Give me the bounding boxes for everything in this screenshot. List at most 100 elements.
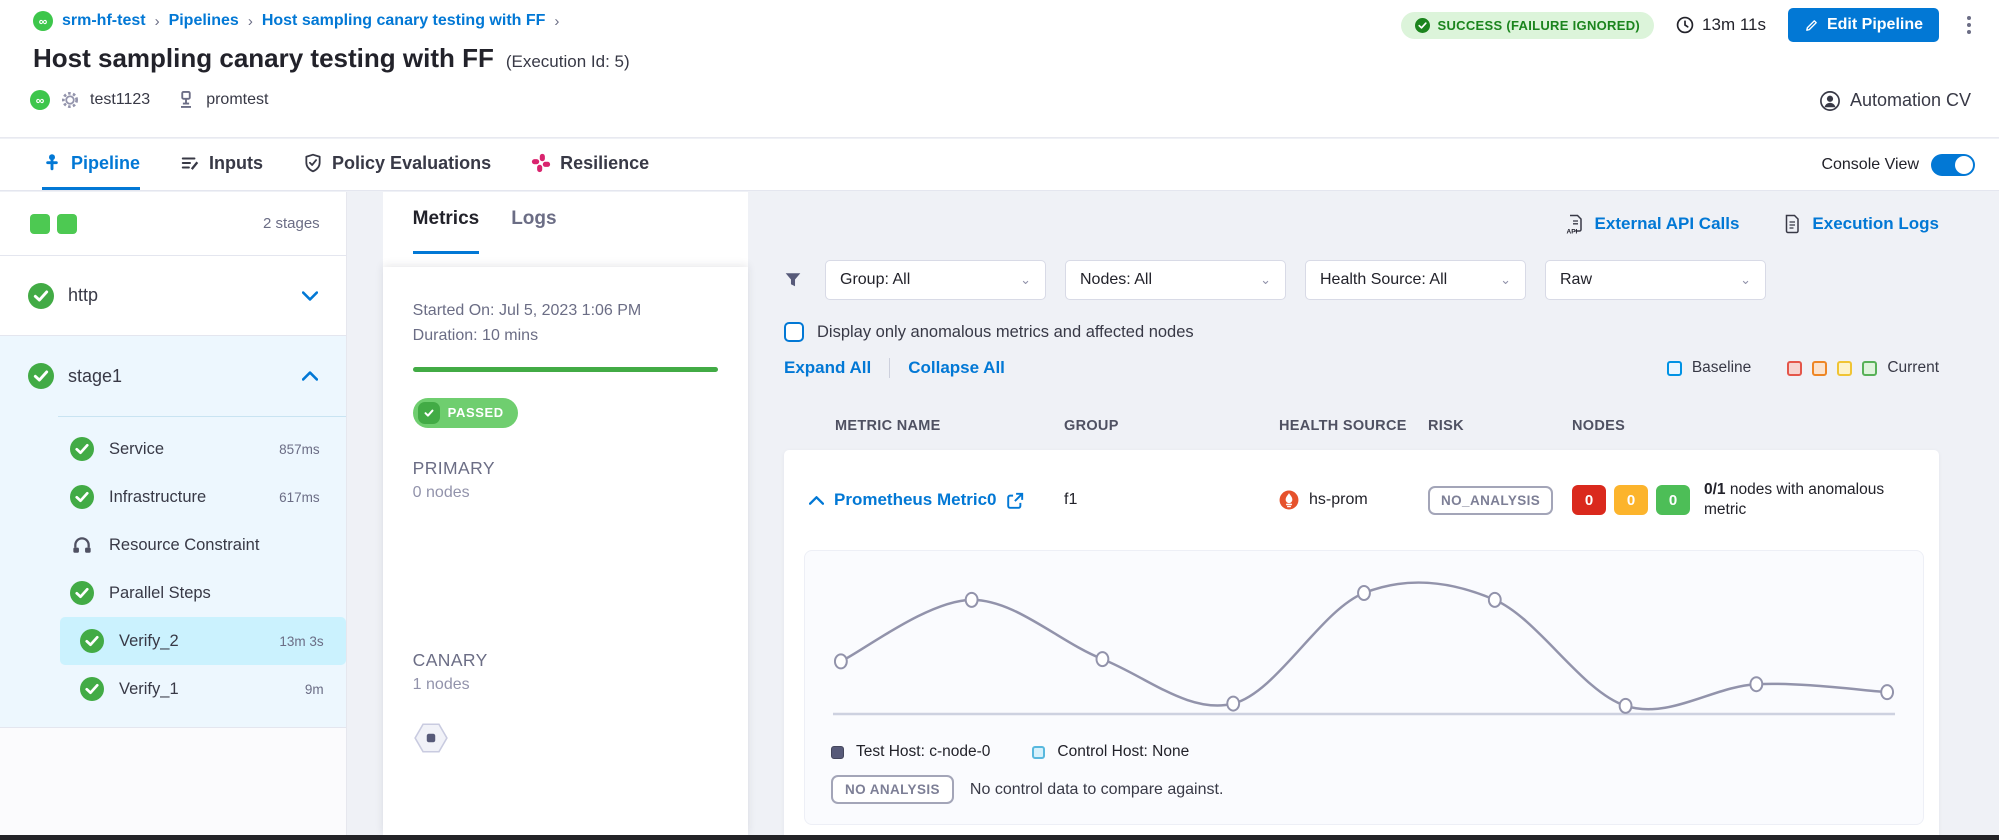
metric-name-link[interactable]: Prometheus Metric0	[834, 490, 997, 510]
environment-icon	[176, 90, 196, 110]
clock-icon	[1676, 16, 1694, 34]
nodes-filter-value: Nodes: All	[1080, 271, 1152, 289]
chevron-down-icon[interactable]	[302, 291, 318, 301]
collapse-metric-chevron-up-icon[interactable]	[809, 496, 824, 505]
col-group: GROUP	[1064, 418, 1279, 434]
sidebar-step-resource-constraint[interactable]: Resource Constraint	[0, 521, 346, 569]
nodes-filter-select[interactable]: Nodes: All ⌄	[1065, 260, 1286, 300]
sidebar-empty-area	[0, 728, 346, 835]
tab-resilience[interactable]: Resilience	[531, 139, 649, 190]
triggered-by: Automation CV	[1820, 90, 1971, 111]
nodes-summary-text: nodes with anomalous metric	[1704, 481, 1884, 518]
stage-stage1-label: stage1	[68, 366, 122, 387]
step-service-label: Service	[109, 440, 164, 459]
chevron-up-icon[interactable]	[302, 371, 318, 381]
verification-summary-panel: Metrics Logs Started On: Jul 5, 2023 1:0…	[383, 192, 748, 835]
check-circle-icon	[1415, 18, 1430, 33]
tab-pipeline[interactable]: Pipeline	[42, 139, 140, 190]
sidebar-stage-stage1[interactable]: stage1	[0, 336, 346, 416]
external-api-calls-label: External API Calls	[1595, 214, 1740, 234]
baseline-legend-label: Baseline	[1692, 359, 1751, 377]
test-host-swatch	[831, 746, 844, 759]
canary-node-count: 1 nodes	[413, 676, 718, 694]
sidebar-step-verify-2[interactable]: Verify_2 13m 3s	[60, 617, 346, 665]
sidebar-step-parallel-steps[interactable]: Parallel Steps	[0, 569, 346, 617]
nodes-summary-ratio: 0/1	[1704, 481, 1726, 498]
tab-logs[interactable]: Logs	[511, 208, 556, 254]
metric-card: Prometheus Metric0 f1 hs-prom NO_ANALYSI	[784, 450, 1939, 840]
host-legend: Test Host: c-node-0 Control Host: None	[831, 743, 1897, 761]
data-type-select[interactable]: Raw ⌄	[1545, 260, 1766, 300]
svg-text:∞: ∞	[36, 94, 45, 108]
metrics-table-header: METRIC NAME GROUP HEALTH SOURCE RISK NOD…	[784, 418, 1939, 434]
step-verify1-label: Verify_1	[119, 680, 179, 699]
stage-count-label: 2 stages	[263, 215, 320, 232]
stage1-section: stage1 Service 857ms	[0, 336, 346, 728]
chevron-down-icon: ⌄	[1260, 272, 1271, 288]
console-view-toggle[interactable]	[1931, 154, 1975, 176]
stage-status-square	[30, 214, 50, 234]
metric-chart-card: Test Host: c-node-0 Control Host: None N…	[804, 550, 1924, 825]
expand-all-link[interactable]: Expand All	[784, 358, 871, 378]
no-analysis-badge: NO ANALYSIS	[831, 775, 954, 804]
check-icon	[418, 402, 440, 424]
breadcrumb-separator: ›	[248, 13, 253, 30]
metric-group-value: f1	[1064, 491, 1279, 509]
execution-logs-link[interactable]: Execution Logs	[1783, 214, 1939, 234]
sidebar-stage-http[interactable]: http	[0, 256, 346, 336]
breadcrumb-pipeline-link[interactable]: Host sampling canary testing with FF	[262, 12, 546, 30]
control-host-label: Control Host: None	[1057, 743, 1189, 761]
divider	[889, 358, 890, 378]
stage-http-label: http	[68, 285, 98, 306]
tab-metrics[interactable]: Metrics	[413, 208, 480, 254]
execution-id-label: (Execution Id: 5)	[506, 52, 630, 72]
external-api-calls-link[interactable]: API External API Calls	[1566, 214, 1740, 234]
col-nodes: NODES	[1572, 418, 1625, 434]
tab-pipeline-label: Pipeline	[71, 153, 140, 174]
filter-funnel-icon	[784, 271, 802, 289]
sidebar-step-service[interactable]: Service 857ms	[0, 425, 346, 473]
step-infrastructure-label: Infrastructure	[109, 488, 206, 507]
tab-policy-evaluations[interactable]: Policy Evaluations	[303, 139, 491, 190]
step-verify2-label: Verify_2	[119, 632, 179, 651]
console-view-label: Console View	[1821, 156, 1919, 174]
chevron-down-icon: ⌄	[1500, 272, 1511, 288]
title-row: Host sampling canary testing with FF (Ex…	[33, 43, 630, 74]
step-verify2-duration: 13m 3s	[279, 634, 323, 649]
avatar	[1820, 91, 1840, 111]
execution-body: 2 stages http stage1	[0, 192, 1999, 835]
risk-badge: NO_ANALYSIS	[1428, 486, 1553, 515]
breadcrumb-pipelines-link[interactable]: Pipelines	[169, 12, 239, 30]
control-host-swatch	[1032, 746, 1045, 759]
health-source-filter-select[interactable]: Health Source: All ⌄	[1305, 260, 1526, 300]
collapse-all-link[interactable]: Collapse All	[908, 358, 1005, 378]
group-filter-select[interactable]: Group: All ⌄	[825, 260, 1046, 300]
breadcrumb-project-link[interactable]: srm-hf-test	[62, 12, 146, 30]
current-legend-label: Current	[1887, 359, 1939, 377]
stage-summary: 2 stages	[0, 192, 346, 256]
external-link-icon[interactable]	[1007, 492, 1024, 509]
anomalous-checkbox[interactable]	[784, 322, 804, 342]
page-header: ∞ srm-hf-test › Pipelines › Host samplin…	[0, 0, 1999, 138]
triggered-by-name: Automation CV	[1850, 90, 1971, 111]
green-node-count: 0	[1656, 485, 1690, 515]
verification-summary-card: Started On: Jul 5, 2023 1:06 PM Duration…	[383, 267, 748, 835]
sidebar-step-verify-1[interactable]: Verify_1 9m	[60, 665, 346, 713]
more-options-button[interactable]	[1961, 10, 1977, 40]
execution-tabbar: Pipeline Inputs Policy Evaluations Resil…	[0, 139, 1999, 191]
verify-step-tabs: Metrics Logs	[383, 192, 748, 254]
sidebar-step-infrastructure[interactable]: Infrastructure 617ms	[0, 473, 346, 521]
tab-inputs[interactable]: Inputs	[180, 139, 263, 190]
resource-constraint-icon	[70, 533, 94, 557]
stage-status-square	[57, 214, 77, 234]
chevron-down-icon: ⌄	[1740, 272, 1751, 288]
node-risk-counts: 0 0 0 0/1 nodes with anomalous metric	[1572, 480, 1919, 520]
gear-icon	[60, 90, 80, 110]
success-check-icon	[70, 437, 94, 461]
step-parallel-steps-label: Parallel Steps	[109, 584, 211, 603]
edit-pipeline-button[interactable]: Edit Pipeline	[1788, 8, 1939, 42]
divider	[58, 416, 346, 417]
col-metric-name: METRIC NAME	[835, 418, 1064, 434]
canary-node-hexagon[interactable]	[413, 720, 449, 756]
analysis-status-row: NO ANALYSIS No control data to compare a…	[831, 775, 1897, 804]
